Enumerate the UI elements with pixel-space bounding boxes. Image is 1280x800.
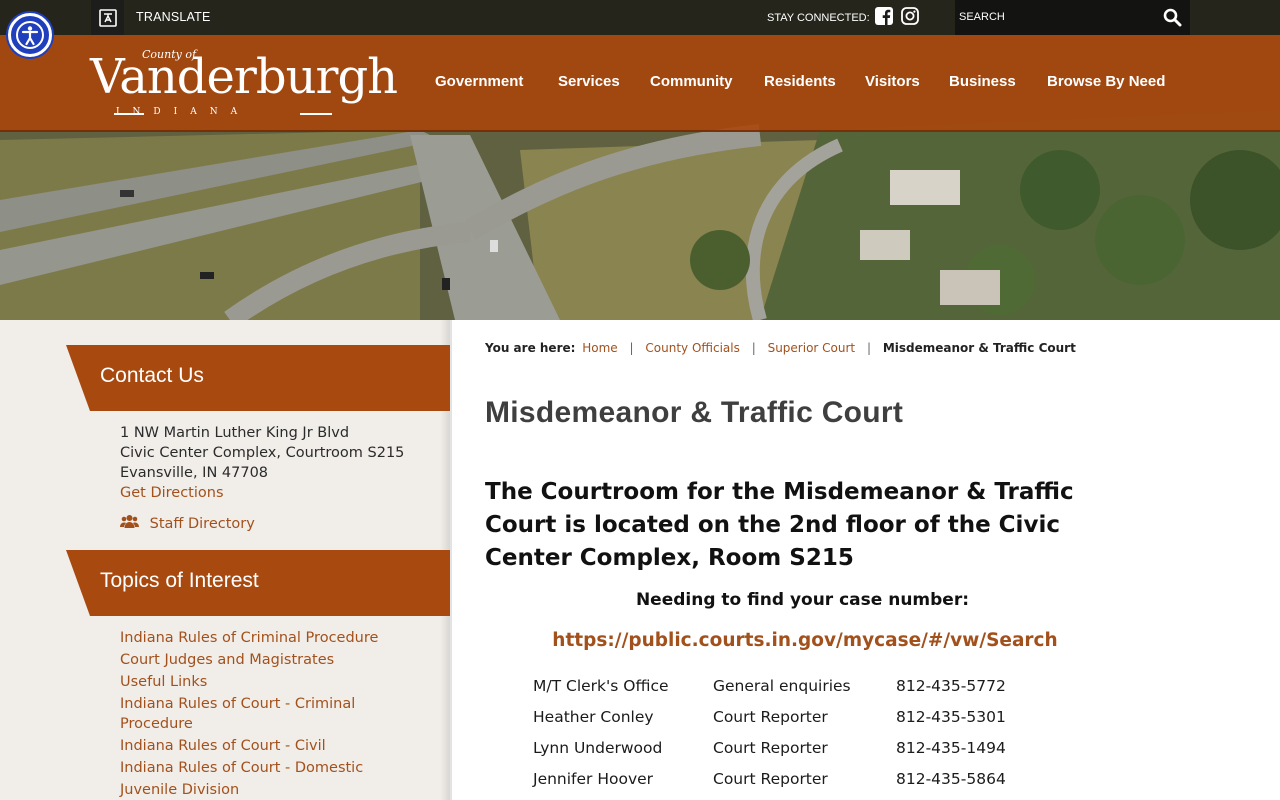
county-logo[interactable]: County of Vanderburgh INDIANA [90, 45, 400, 125]
topic-link[interactable]: Court Judges and Magistrates [120, 650, 334, 670]
search-placeholder: SEARCH [959, 11, 1005, 23]
nav-residents[interactable]: Residents [764, 73, 836, 90]
topic-link[interactable]: Indiana Rules of Court - Domestic [120, 758, 363, 778]
staff-directory-label[interactable]: Staff Directory [150, 516, 255, 532]
contact-role: General enquiries [713, 677, 851, 695]
contact-name: Jennifer Hoover [533, 770, 654, 788]
topic-link[interactable]: Useful Links [120, 672, 207, 692]
topic-link[interactable]: Indiana Rules of Court - Civil [120, 736, 326, 756]
nav-government[interactable]: Government [435, 73, 523, 90]
users-icon [120, 515, 139, 528]
get-directions-link[interactable]: Get Directions [120, 483, 224, 503]
contact-role: Court Reporter [713, 739, 828, 757]
contact-us-title: Contact Us [100, 364, 204, 387]
search-icon[interactable] [1163, 8, 1182, 31]
utility-bar: TRANSLATE STAY CONNECTED: SEARCH [0, 0, 1280, 35]
breadcrumb-separator: | [751, 341, 756, 355]
contact-phone: 812-435-1494 [896, 739, 1006, 757]
topic-link[interactable]: Indiana Rules of Court - Criminal Proced… [120, 694, 370, 734]
instagram-icon[interactable] [901, 7, 919, 29]
search-input[interactable]: SEARCH [955, 0, 1190, 35]
contact-phone: 812-435-5864 [896, 770, 1006, 788]
address-line-1: 1 NW Martin Luther King Jr Blvd [120, 425, 350, 441]
contact-phone: 812-435-5772 [896, 677, 1006, 695]
topics-heading: Topics of Interest [66, 550, 450, 616]
case-number-heading: Needing to find your case number: [635, 590, 970, 610]
contact-phone: 812-435-5301 [896, 708, 1006, 726]
breadcrumb-home[interactable]: Home [582, 341, 617, 355]
accessibility-button[interactable] [8, 13, 52, 57]
contact-us-heading: Contact Us [66, 345, 450, 411]
breadcrumb: You are here: Home | County Officials | … [485, 341, 1076, 355]
breadcrumb-superior-court[interactable]: Superior Court [768, 341, 856, 355]
nav-browse-by-need[interactable]: Browse By Need [1047, 73, 1165, 90]
address-line-2: Civic Center Complex, Courtroom S215 [120, 445, 405, 461]
logo-wordmark: Vanderburgh [90, 49, 398, 105]
breadcrumb-label: You are here: [485, 341, 576, 355]
logo-state: INDIANA [116, 107, 251, 117]
breadcrumb-separator: | [866, 341, 871, 355]
address-line-3: Evansville, IN 47708 [120, 465, 269, 481]
breadcrumb-county-officials[interactable]: County Officials [645, 341, 739, 355]
contact-name: Heather Conley [533, 708, 654, 726]
stay-connected-label: STAY CONNECTED: [767, 12, 870, 24]
facebook-icon[interactable] [875, 7, 893, 29]
courtroom-location-text: The Courtroom for the Misdemeanor & Traf… [485, 479, 1074, 571]
logo-rule-right [300, 113, 332, 115]
contact-name: M/T Clerk's Office [533, 677, 669, 695]
mycase-search-link[interactable]: https://public.courts.in.gov/mycase/#/vw… [485, 630, 1125, 651]
nav-services[interactable]: Services [558, 73, 620, 90]
translate-icon[interactable] [91, 0, 124, 35]
accessibility-icon [16, 21, 44, 49]
breadcrumb-separator: | [629, 341, 634, 355]
site-header: County of Vanderburgh INDIANA Government… [0, 35, 1280, 132]
nav-business[interactable]: Business [949, 73, 1016, 90]
page-title: Misdemeanor & Traffic Court [485, 396, 904, 429]
topic-link[interactable]: Juvenile Division [120, 780, 239, 800]
nav-visitors[interactable]: Visitors [865, 73, 920, 90]
contact-role: Court Reporter [713, 770, 828, 788]
contact-role: Court Reporter [713, 708, 828, 726]
topic-link[interactable]: Indiana Rules of Criminal Procedure [120, 628, 378, 648]
contact-name: Lynn Underwood [533, 739, 663, 757]
translate-link[interactable]: TRANSLATE [136, 10, 211, 24]
topics-title: Topics of Interest [100, 569, 259, 592]
breadcrumb-current: Misdemeanor & Traffic Court [882, 341, 1076, 355]
nav-community[interactable]: Community [650, 73, 733, 90]
staff-directory-link[interactable]: Staff Directory [120, 514, 255, 534]
